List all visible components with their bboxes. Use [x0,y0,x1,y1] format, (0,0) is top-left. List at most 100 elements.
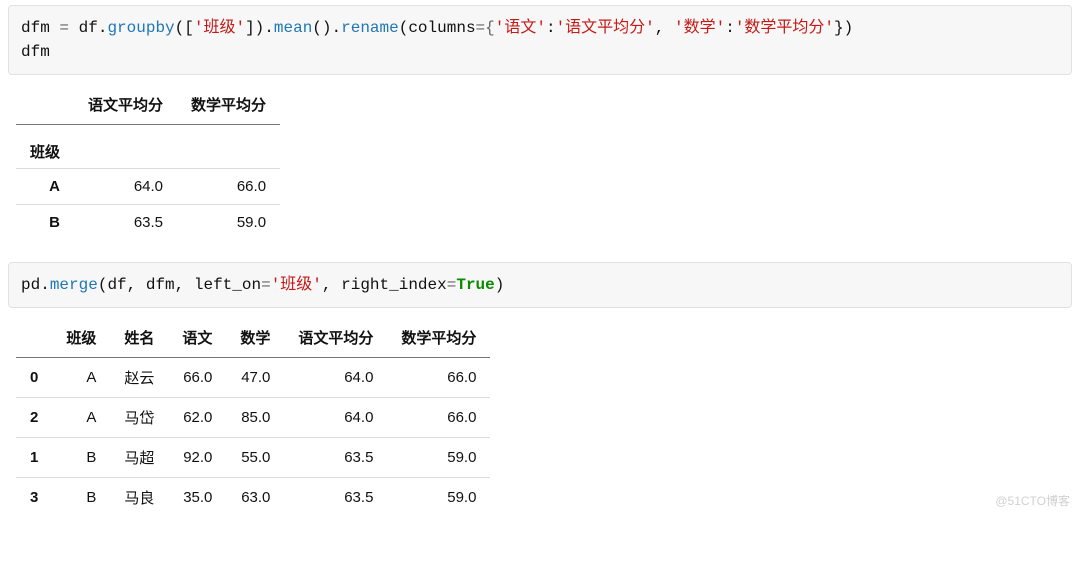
code-token: mean [274,19,312,37]
code-token: dfm [146,276,175,294]
cell: 59.0 [387,438,490,478]
row-index: 0 [16,358,52,398]
code-token: : [546,19,556,37]
cell: A [52,398,110,438]
col-header: 语文平均分 [74,85,177,125]
code-cell-2: pd.merge(df, dfm, left_on='班级', right_in… [8,262,1072,308]
cell: 马良 [110,478,168,518]
row-index: 1 [16,438,52,478]
cell: 64.0 [74,169,177,205]
code-token: (). [312,19,341,37]
cell: 47.0 [226,358,284,398]
code-token: ) [495,276,505,294]
cell: 马超 [110,438,168,478]
code-token: dfm [21,19,50,37]
code-cell-1: dfm = df.groupby(['班级']).mean().rename(c… [8,5,1072,75]
table-row: 3 B 马良 35.0 63.0 63.5 59.0 [16,478,490,518]
cell: 63.0 [226,478,284,518]
index-name-row: 班级 [16,125,280,169]
blank-header [16,85,74,125]
code-token: ( [98,276,108,294]
index-name: 班级 [16,125,74,169]
code-token: . [40,276,50,294]
row-index: A [16,169,74,205]
code-token: . [98,19,108,37]
code-token: = [447,276,457,294]
cell: 赵云 [110,358,168,398]
code-token: '语文平均分' [556,19,655,37]
watermark: @51CTO博客 [995,492,1070,509]
col-header: 姓名 [110,318,168,358]
code-token: True [456,276,494,294]
code-token: , [127,276,146,294]
code-token: groupby [107,19,174,37]
cell: 63.5 [284,438,387,478]
cell: 63.5 [284,478,387,518]
row-index: B [16,205,74,241]
cell: B [52,438,110,478]
cell: 92.0 [168,438,226,478]
code-token: , [175,276,194,294]
cell: 35.0 [168,478,226,518]
cell: A [52,358,110,398]
code-token: right_index [341,276,447,294]
output-table-2: 班级 姓名 语文 数学 语文平均分 数学平均分 0 A 赵云 66.0 47.0… [16,318,1064,517]
col-header: 数学平均分 [177,85,280,125]
code-token: '数学' [674,19,725,37]
code-token: df [107,276,126,294]
row-index: 3 [16,478,52,518]
code-token: = [50,19,79,37]
col-header: 数学平均分 [387,318,490,358]
col-header: 数学 [226,318,284,358]
code-token: left_on [194,276,261,294]
cell: 55.0 [226,438,284,478]
code-token: '语文' [495,19,546,37]
cell: 马岱 [110,398,168,438]
cell: 64.0 [284,358,387,398]
cell: 66.0 [168,358,226,398]
code-token: '数学平均分' [735,19,834,37]
code-token: merge [50,276,98,294]
table-row: 1 B 马超 92.0 55.0 63.5 59.0 [16,438,490,478]
code-token: , [322,276,341,294]
code-token: dfm [21,43,50,61]
code-token: ([ [175,19,194,37]
cell: 62.0 [168,398,226,438]
cell: 66.0 [387,358,490,398]
col-header: 语文 [168,318,226,358]
code-token: df [79,19,98,37]
table-row: A 64.0 66.0 [16,169,280,205]
code-token: ={ [476,19,495,37]
code-token: ]). [245,19,274,37]
table-row: 2 A 马岱 62.0 85.0 64.0 66.0 [16,398,490,438]
table-row: 0 A 赵云 66.0 47.0 64.0 66.0 [16,358,490,398]
code-token: ( [399,19,409,37]
row-index: 2 [16,398,52,438]
cell: 64.0 [284,398,387,438]
cell: 59.0 [177,205,280,241]
table-row: B 63.5 59.0 [16,205,280,241]
blank-header [16,318,52,358]
cell: B [52,478,110,518]
code-token: , [655,19,674,37]
code-token: '班级' [194,19,245,37]
code-token: }) [834,19,853,37]
col-header: 班级 [52,318,110,358]
table-header-row: 班级 姓名 语文 数学 语文平均分 数学平均分 [16,318,490,358]
cell: 59.0 [387,478,490,518]
table-header-row: 语文平均分 数学平均分 [16,85,280,125]
code-token: = [261,276,271,294]
col-header: 语文平均分 [284,318,387,358]
code-token: '班级' [271,276,322,294]
code-token: pd [21,276,40,294]
dataframe-dfm: 语文平均分 数学平均分 班级 A 64.0 66.0 B 63.5 59.0 [16,85,280,240]
dataframe-merge: 班级 姓名 语文 数学 语文平均分 数学平均分 0 A 赵云 66.0 47.0… [16,318,490,517]
cell: 63.5 [74,205,177,241]
output-table-1: 语文平均分 数学平均分 班级 A 64.0 66.0 B 63.5 59.0 [16,85,1064,240]
code-token: rename [341,19,399,37]
code-token: : [725,19,735,37]
cell: 66.0 [177,169,280,205]
cell: 85.0 [226,398,284,438]
cell: 66.0 [387,398,490,438]
code-token: columns [408,19,475,37]
